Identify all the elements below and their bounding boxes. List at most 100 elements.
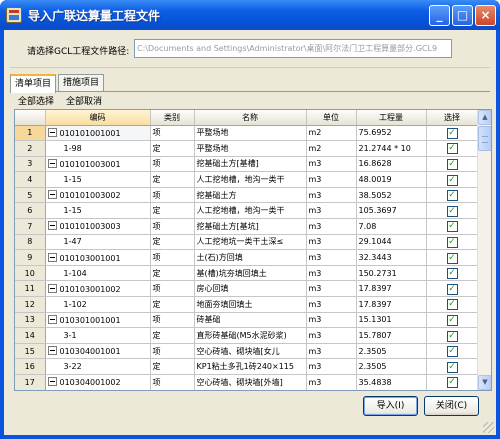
select-all-link[interactable]: 全部选择 bbox=[18, 94, 54, 107]
file-path-field[interactable]: C:\Documents and Settings\Administrator\… bbox=[134, 39, 452, 58]
table-row[interactable]: 6 1-15 定人工挖地槽，地沟一类干 m3 105.3697 ✓ bbox=[15, 202, 479, 220]
select-cell[interactable]: ✓ bbox=[426, 265, 479, 282]
row-number[interactable]: 15 bbox=[15, 343, 46, 360]
select-checkbox[interactable]: ✓ bbox=[446, 361, 458, 373]
title-bar[interactable]: 导入广联达算量工程文件 _ □ × bbox=[0, 0, 500, 30]
collapse-icon[interactable] bbox=[47, 221, 57, 231]
collapse-icon[interactable] bbox=[47, 190, 57, 200]
select-checkbox[interactable]: ✓ bbox=[446, 174, 458, 186]
table-row[interactable]: 8 1-47 定人工挖地坑一类干土深≤ m3 29.1044 ✓ bbox=[15, 234, 479, 251]
row-number[interactable]: 13 bbox=[15, 312, 46, 329]
select-checkbox[interactable]: ✓ bbox=[446, 330, 458, 342]
code-cell[interactable]: 010301001001 bbox=[45, 312, 151, 329]
code-cell[interactable]: 1-104 bbox=[45, 265, 151, 282]
collapse-icon[interactable] bbox=[47, 252, 57, 262]
row-number[interactable]: 3 bbox=[15, 156, 46, 173]
minimize-button[interactable]: _ bbox=[429, 5, 450, 26]
close-window-button[interactable]: × bbox=[475, 5, 496, 26]
table-row[interactable]: 17 010304001002 项空心砖墙、砌块墙[外墙] m3 35.4838 ✓ bbox=[15, 374, 479, 390]
table-row[interactable]: 3 010101003001 项挖基础土方[基槽] m3 16.8628 ✓ bbox=[15, 156, 479, 173]
code-cell[interactable]: 1-15 bbox=[45, 202, 151, 220]
code-cell[interactable]: 010304001001 bbox=[45, 343, 151, 360]
select-cell[interactable]: ✓ bbox=[426, 156, 479, 173]
select-checkbox[interactable]: ✓ bbox=[446, 143, 458, 155]
row-number[interactable]: 11 bbox=[15, 280, 46, 298]
collapse-icon[interactable] bbox=[47, 314, 57, 324]
scroll-thumb[interactable] bbox=[478, 126, 491, 151]
tab-measure-items[interactable]: 措施项目 bbox=[58, 74, 105, 92]
row-number[interactable]: 4 bbox=[15, 171, 46, 188]
select-checkbox[interactable]: ✓ bbox=[446, 268, 458, 280]
select-cell[interactable]: ✓ bbox=[426, 249, 479, 266]
items-grid[interactable]: 编码 类别 名称 单位 工程量 选择 1 010101001001 项平整场地 m2 7… bbox=[14, 109, 492, 391]
select-cell[interactable]: ✓ bbox=[426, 187, 479, 204]
select-cell[interactable]: ✓ bbox=[426, 280, 479, 298]
select-checkbox[interactable]: ✓ bbox=[446, 299, 458, 311]
code-cell[interactable]: 1-102 bbox=[45, 296, 151, 313]
code-cell[interactable]: 010101003001 bbox=[45, 156, 151, 173]
row-number[interactable]: 14 bbox=[15, 327, 46, 344]
table-row[interactable]: 5 010101003002 项挖基础土方 m3 38.5052 ✓ bbox=[15, 187, 479, 204]
select-cell[interactable]: ✓ bbox=[426, 343, 479, 360]
table-row[interactable]: 11 010103001002 项房心回填 m3 17.8397 ✓ bbox=[15, 280, 479, 298]
select-checkbox[interactable]: ✓ bbox=[446, 205, 458, 217]
scroll-down-icon[interactable]: ▼ bbox=[478, 375, 491, 390]
row-number[interactable]: 12 bbox=[15, 296, 46, 313]
table-row[interactable]: 1 010101001001 项平整场地 m2 75.6952 ✓ bbox=[15, 125, 479, 142]
select-cell[interactable]: ✓ bbox=[426, 327, 479, 344]
select-cell[interactable]: ✓ bbox=[426, 171, 479, 188]
row-number[interactable]: 7 bbox=[15, 218, 46, 235]
column-header-type[interactable]: 类别 bbox=[150, 110, 195, 126]
column-header-select[interactable]: 选择 bbox=[426, 110, 479, 126]
select-checkbox[interactable]: ✓ bbox=[446, 236, 458, 248]
row-number[interactable]: 6 bbox=[15, 202, 46, 220]
row-number[interactable]: 9 bbox=[15, 249, 46, 266]
code-cell[interactable]: 010101003002 bbox=[45, 187, 151, 204]
table-row[interactable]: 15 010304001001 项空心砖墙、砌块墙[女儿 m3 2.3505 ✓ bbox=[15, 343, 479, 360]
table-row[interactable]: 16 3-22 定 KP1粘土多孔1砖240×115 m3 2.3505 ✓ bbox=[15, 358, 479, 375]
code-cell[interactable]: 3-22 bbox=[45, 358, 151, 375]
deselect-all-link[interactable]: 全部取消 bbox=[66, 94, 102, 107]
row-number[interactable]: 16 bbox=[15, 358, 46, 375]
code-cell[interactable]: 3-1 bbox=[45, 327, 151, 344]
select-checkbox[interactable]: ✓ bbox=[446, 221, 458, 233]
close-button[interactable]: 关闭(C) bbox=[424, 396, 479, 416]
select-checkbox[interactable]: ✓ bbox=[446, 346, 458, 358]
select-cell[interactable]: ✓ bbox=[426, 296, 479, 313]
code-cell[interactable]: 1-98 bbox=[45, 140, 151, 157]
row-number[interactable]: 17 bbox=[15, 374, 46, 390]
tab-bill-items[interactable]: 清单项目 bbox=[10, 74, 57, 93]
select-cell[interactable]: ✓ bbox=[426, 312, 479, 329]
select-cell[interactable]: ✓ bbox=[426, 125, 479, 142]
select-checkbox[interactable]: ✓ bbox=[446, 127, 458, 139]
import-button[interactable]: 导入(I) bbox=[363, 396, 418, 416]
table-row[interactable]: 14 3-1 定直形砖基础(M5水泥砂浆) m3 15.7807 ✓ bbox=[15, 327, 479, 344]
select-cell[interactable]: ✓ bbox=[426, 140, 479, 157]
select-checkbox[interactable]: ✓ bbox=[446, 252, 458, 264]
select-checkbox[interactable]: ✓ bbox=[446, 314, 458, 326]
table-row[interactable]: 7 010101003003 项挖基础土方[基坑] m3 7.08 ✓ bbox=[15, 218, 479, 235]
collapse-icon[interactable] bbox=[47, 127, 57, 137]
collapse-icon[interactable] bbox=[47, 158, 57, 168]
select-cell[interactable]: ✓ bbox=[426, 202, 479, 220]
collapse-icon[interactable] bbox=[47, 377, 57, 387]
collapse-icon[interactable] bbox=[47, 346, 57, 356]
code-cell[interactable]: 010103001002 bbox=[45, 280, 151, 298]
select-checkbox[interactable]: ✓ bbox=[446, 377, 458, 389]
select-checkbox[interactable]: ✓ bbox=[446, 158, 458, 170]
table-row[interactable]: 12 1-102 定地面夯填回填土 m3 17.8397 ✓ bbox=[15, 296, 479, 313]
select-cell[interactable]: ✓ bbox=[426, 374, 479, 390]
code-cell[interactable]: 010304001002 bbox=[45, 374, 151, 390]
table-row[interactable]: 13 010301001001 项砖基础 m3 15.1301 ✓ bbox=[15, 312, 479, 329]
column-header-code[interactable]: 编码 bbox=[45, 110, 151, 126]
code-cell[interactable]: 1-15 bbox=[45, 171, 151, 188]
column-header-quantity[interactable]: 工程量 bbox=[356, 110, 427, 126]
collapse-icon[interactable] bbox=[47, 283, 57, 293]
column-header-unit[interactable]: 单位 bbox=[306, 110, 357, 126]
maximize-button[interactable]: □ bbox=[452, 5, 473, 26]
select-cell[interactable]: ✓ bbox=[426, 358, 479, 375]
code-cell[interactable]: 1-47 bbox=[45, 234, 151, 251]
scroll-up-icon[interactable]: ▲ bbox=[478, 110, 491, 125]
select-cell[interactable]: ✓ bbox=[426, 234, 479, 251]
code-cell[interactable]: 010103001001 bbox=[45, 249, 151, 266]
